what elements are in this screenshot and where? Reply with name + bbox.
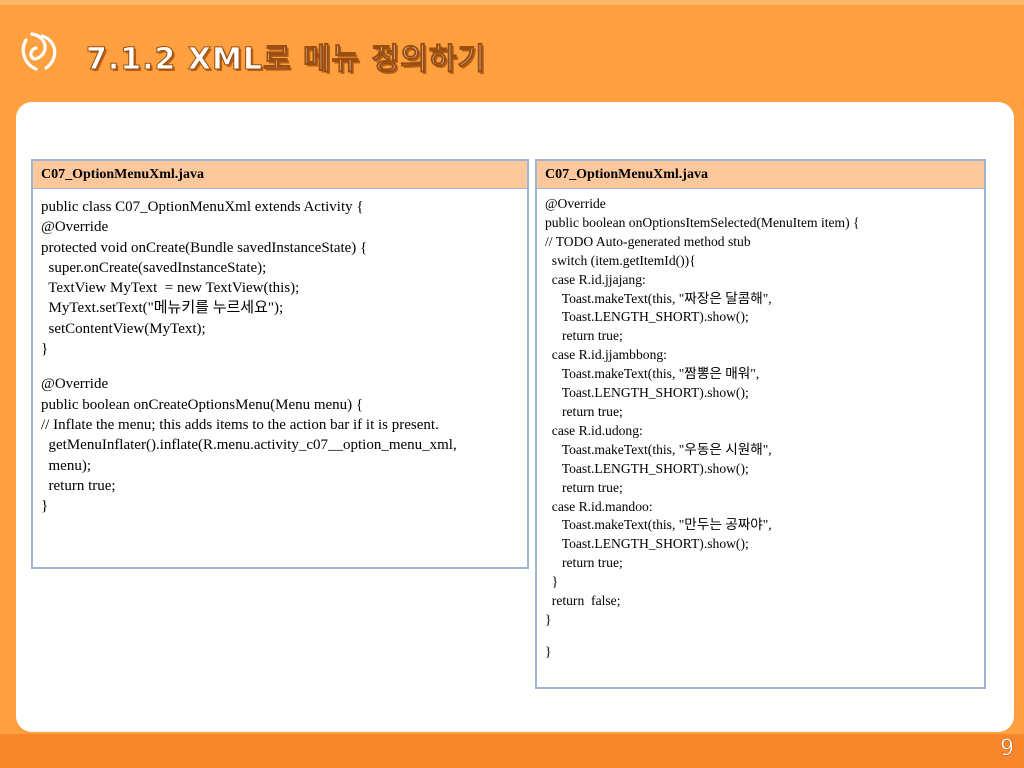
code-lines: @Override public boolean onOptionsItemSel… — [537, 189, 984, 662]
code-line: TextView MyText = new TextView(this); — [41, 280, 300, 297]
code-line: Toast.LENGTH_SHORT).show(); — [545, 460, 749, 476]
code-line: } — [41, 341, 49, 358]
code-box-oncreate: C07_OptionMenuXml.java public class C07_… — [31, 159, 529, 569]
code-line: case R.id.mandoo: — [545, 498, 653, 514]
code-line: Toast.makeText(this, "만두는 공짜야", — [545, 517, 772, 533]
code-line: case R.id.jjajang: — [545, 271, 646, 287]
code-line: return true; — [41, 477, 116, 494]
footer-band — [0, 734, 1024, 768]
code-lines: public class C07_OptionMenuXml extends A… — [33, 189, 527, 516]
code-line: Toast.makeText(this, "짬뽕은 매워", — [545, 366, 760, 382]
code-line: } — [545, 611, 552, 627]
code-line: } — [545, 574, 559, 590]
code-line: return true; — [545, 479, 623, 495]
code-line: // Inflate the menu; this adds items to … — [41, 416, 439, 433]
swirl-logo-icon — [21, 32, 57, 71]
code-line: return true; — [545, 328, 623, 344]
code-line: // TODO Auto-generated method stub — [545, 233, 751, 249]
code-line: MyText.setText("메뉴키를 누르세요"); — [41, 300, 284, 317]
slide-title: 7.1.2 XML로 메뉴 정의하기 — [85, 42, 487, 78]
top-stripe — [0, 0, 1024, 5]
code-line: menu); — [41, 457, 92, 474]
code-line: public boolean onOptionsItemSelected(Men… — [545, 214, 860, 230]
code-line: public class C07_OptionMenuXml extends A… — [41, 199, 364, 215]
code-line: switch (item.getItemId()){ — [545, 252, 696, 268]
code-line: } — [41, 498, 49, 515]
code-line: super.onCreate(savedInstanceState); — [41, 259, 267, 276]
code-box-header: C07_OptionMenuXml.java — [537, 161, 984, 189]
code-line: case R.id.udong: — [545, 422, 643, 438]
code-line: case R.id.jjambbong: — [545, 347, 667, 363]
code-line: @Override — [41, 376, 109, 393]
code-line: public boolean onCreateOptionsMenu(Menu … — [41, 396, 364, 413]
code-line: @Override — [41, 219, 109, 236]
code-line: Toast.makeText(this, "짜장은 달콤해", — [545, 290, 772, 306]
code-line: Toast.LENGTH_SHORT).show(); — [545, 309, 749, 325]
code-line: Toast.makeText(this, "우동은 시원해", — [545, 441, 772, 457]
code-line: setContentView(MyText); — [41, 320, 206, 337]
code-line: } — [545, 644, 552, 660]
code-line: return true; — [545, 403, 623, 419]
code-box-header: C07_OptionMenuXml.java — [33, 161, 527, 189]
code-line: Toast.LENGTH_SHORT).show(); — [545, 385, 749, 401]
code-line: return true; — [545, 555, 623, 571]
code-line: @Override — [545, 196, 606, 211]
code-line: getMenuInflater().inflate(R.menu.activit… — [41, 437, 457, 454]
code-box-options-item-selected: C07_OptionMenuXml.java @Override public b… — [535, 159, 986, 689]
code-line: protected void onCreate(Bundle savedInst… — [41, 239, 368, 256]
code-line: return false; — [545, 593, 621, 609]
code-line: Toast.LENGTH_SHORT).show(); — [545, 536, 749, 552]
page-number: 9 — [1000, 736, 1015, 762]
